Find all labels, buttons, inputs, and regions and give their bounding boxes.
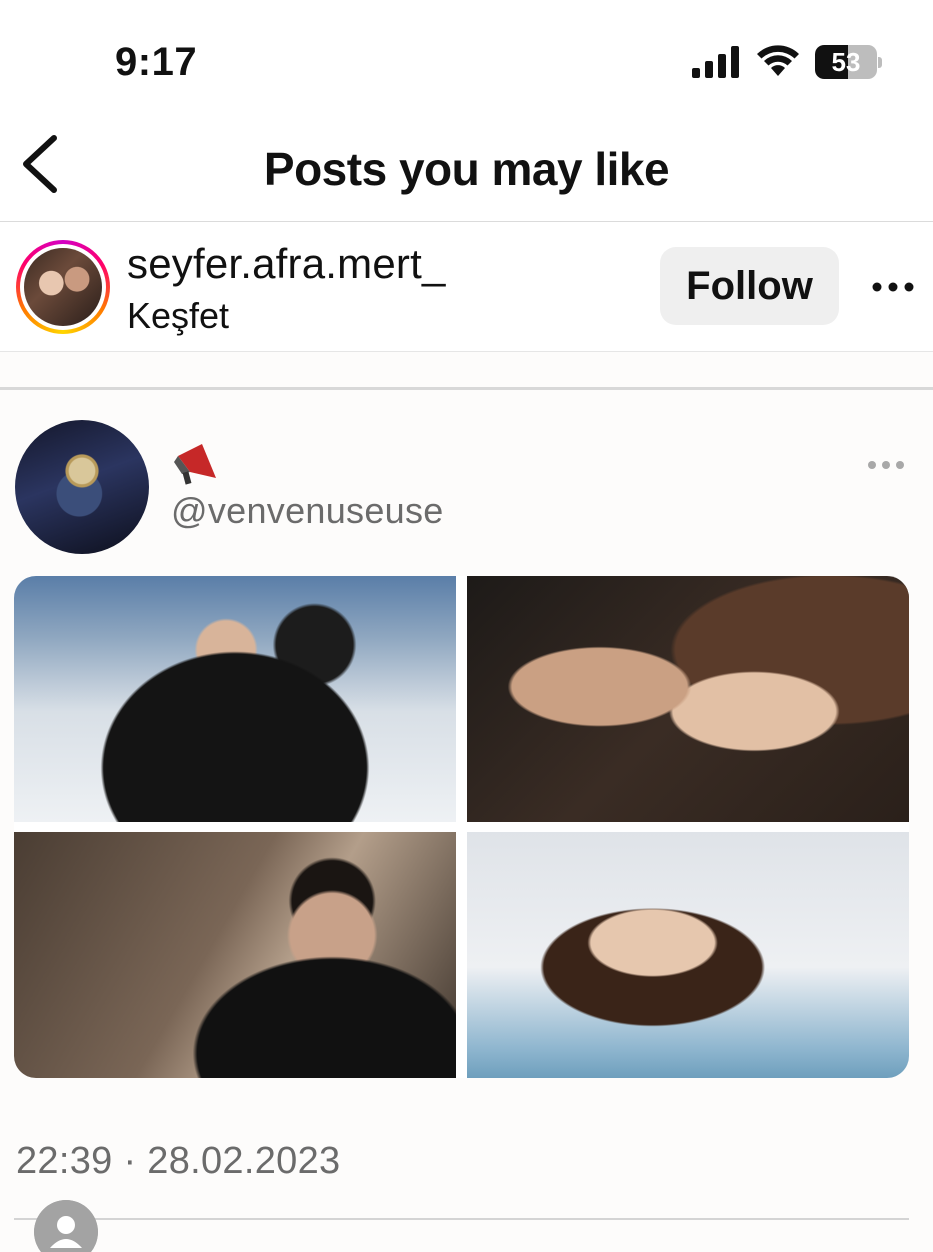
more-horizontal-icon bbox=[868, 461, 904, 469]
image-divider bbox=[0, 387, 933, 390]
tweet-timestamp: 22:39 · 28.02.2023 bbox=[16, 1140, 341, 1182]
nav-header: Posts you may like bbox=[0, 110, 933, 222]
battery-level-text: 53 bbox=[831, 47, 861, 77]
photo-man-sitting bbox=[14, 832, 456, 1078]
tweet-avatar bbox=[15, 420, 149, 554]
post-header: seyfer.afra.mert_ Keşfet Follow bbox=[0, 222, 933, 352]
person-icon bbox=[34, 1200, 98, 1252]
post-subtitle: Keşfet bbox=[127, 295, 230, 336]
cellular-signal-icon bbox=[692, 46, 739, 78]
photo-grid bbox=[14, 576, 909, 1078]
photo-woman-in-bed bbox=[467, 832, 909, 1078]
megaphone-emoji-icon bbox=[174, 444, 216, 485]
photo-embrace bbox=[467, 576, 909, 822]
page-title: Posts you may like bbox=[263, 143, 670, 195]
status-bar: 9:17 53 bbox=[0, 0, 933, 110]
follow-button[interactable]: Follow bbox=[660, 247, 839, 325]
status-time: 9:17 bbox=[115, 40, 198, 84]
wifi-icon bbox=[757, 45, 799, 76]
post-image[interactable]: @venvenuseuse 22:39 · 28.02.2023 bbox=[0, 352, 933, 1252]
photo-hospital-hug bbox=[14, 576, 456, 822]
tweet-divider bbox=[14, 1218, 909, 1220]
more-horizontal-icon[interactable] bbox=[868, 272, 918, 302]
avatar[interactable] bbox=[16, 240, 110, 334]
username-link[interactable]: seyfer.afra.mert_ bbox=[127, 240, 446, 288]
tweet-handle: @venvenuseuse bbox=[171, 490, 444, 531]
avatar-image bbox=[24, 248, 102, 326]
battery-icon: 53 bbox=[815, 45, 883, 79]
